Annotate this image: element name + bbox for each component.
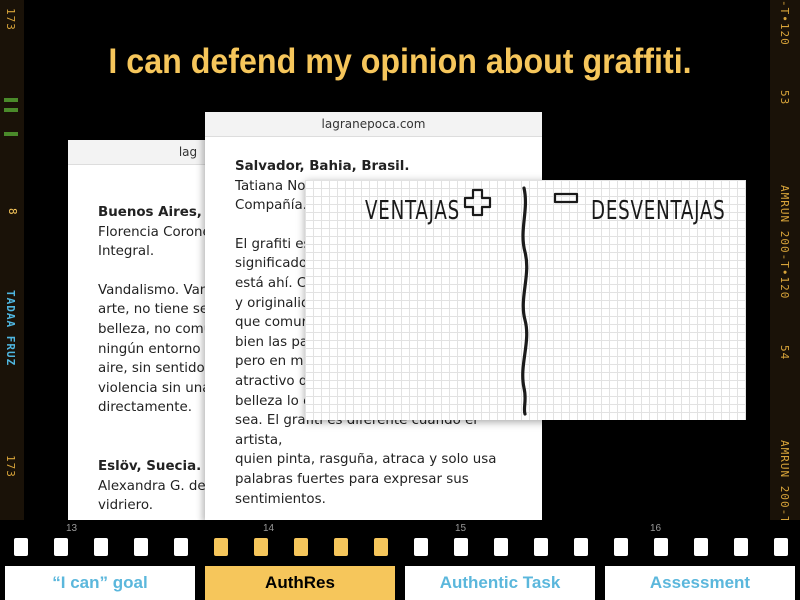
ventajas-heading: VENTAJAS	[365, 196, 461, 226]
film-label: 173	[4, 8, 17, 31]
plus-icon	[463, 188, 492, 217]
sprocket-hole	[214, 538, 228, 556]
sprocket-hole	[774, 538, 788, 556]
sprocket-hole	[494, 538, 508, 556]
sprocket-hole	[614, 538, 628, 556]
frame-number: 15	[455, 523, 467, 534]
film-mark	[4, 98, 18, 102]
sprocket-hole	[94, 538, 108, 556]
url-bar: lagranepoca.com	[205, 112, 542, 137]
sprocket-hole	[374, 538, 388, 556]
tab-authentic-task[interactable]: Authentic Task	[405, 566, 595, 600]
film-label: 8	[6, 208, 19, 216]
sprocket-hole	[294, 538, 308, 556]
sprocket-hole	[14, 538, 28, 556]
frame-number: 14	[263, 523, 275, 534]
sprocket-hole	[254, 538, 268, 556]
sprocket-hole	[414, 538, 428, 556]
film-label: AMRUN 200-T•120	[778, 185, 791, 300]
tab-i-can-goal[interactable]: “I can” goal	[5, 566, 195, 600]
divider-line	[521, 186, 529, 416]
article-city: Salvador, Bahia, Brasil.	[235, 159, 410, 174]
minus-icon	[553, 192, 579, 204]
sprocket-hole	[174, 538, 188, 556]
film-strip-left: 173 8 TADAA FRUZ 173	[0, 0, 24, 532]
sprocket-holes	[0, 538, 800, 558]
pros-cons-panel: VENTAJAS DESVENTAJAS	[305, 180, 746, 420]
tab-assessment[interactable]: Assessment	[605, 566, 795, 600]
sprocket-hole	[574, 538, 588, 556]
frame-number: 16	[650, 523, 662, 534]
sprocket-hole	[534, 538, 548, 556]
desventajas-heading: DESVENTAJAS	[591, 196, 726, 226]
film-label: 54	[778, 345, 791, 361]
sprocket-hole	[654, 538, 668, 556]
film-label: 173	[4, 455, 17, 478]
tab-authres[interactable]: AuthRes	[205, 566, 395, 600]
film-label: AMRUN 200-T	[778, 440, 791, 524]
frame-number: 13	[66, 523, 78, 534]
film-label: 53	[778, 90, 791, 106]
sprocket-hole	[454, 538, 468, 556]
sprocket-hole	[734, 538, 748, 556]
sprocket-hole	[134, 538, 148, 556]
sprocket-hole	[334, 538, 348, 556]
sprocket-hole	[54, 538, 68, 556]
film-mark	[4, 108, 18, 112]
film-mark	[4, 132, 18, 136]
sprocket-hole	[694, 538, 708, 556]
page-title: I can defend my opinion about graffiti.	[108, 42, 692, 81]
film-label: TADAA FRUZ	[4, 290, 17, 367]
film-label: -T•120	[778, 0, 791, 46]
film-strip-right: -T•120 53 AMRUN 200-T•120 54 AMRUN 200-T	[770, 0, 800, 532]
